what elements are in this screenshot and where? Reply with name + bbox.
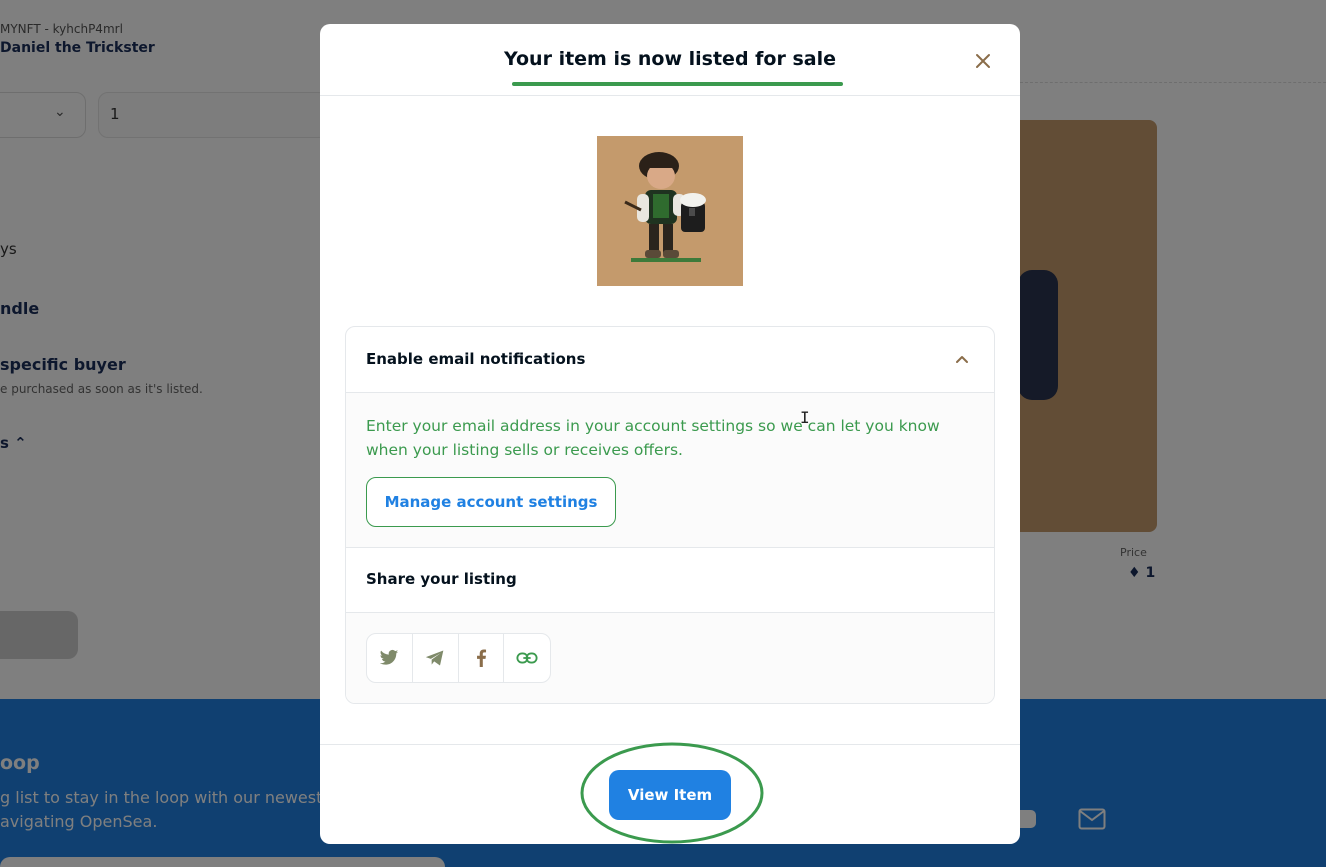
copy-link-button[interactable] [504, 634, 550, 682]
email-notifications-body: Enter your email address in your account… [346, 393, 994, 548]
telegram-icon [425, 650, 444, 666]
listing-success-modal: Your item is now listed for sale Enable … [320, 24, 1020, 844]
share-twitter-button[interactable] [367, 634, 413, 682]
text-cursor-icon: I [800, 408, 810, 427]
modal-title: Your item is now listed for sale [503, 48, 836, 70]
share-telegram-button[interactable] [413, 634, 459, 682]
share-listing-body [346, 613, 994, 703]
facebook-icon [476, 649, 486, 667]
share-button-group [366, 633, 551, 683]
twitter-icon [380, 649, 399, 665]
close-icon[interactable] [970, 48, 996, 74]
share-listing-header: Share your listing [346, 548, 994, 613]
share-listing-title: Share your listing [366, 570, 517, 588]
email-notifications-title: Enable email notifications [366, 350, 586, 368]
nft-image [597, 136, 743, 286]
email-notifications-accordion-header[interactable]: Enable email notifications [346, 327, 994, 393]
modal-footer: View Item [320, 742, 1020, 844]
manage-account-settings-button[interactable]: Manage account settings [366, 477, 616, 527]
share-facebook-button[interactable] [459, 634, 505, 682]
modal-header: Your item is now listed for sale [320, 24, 1020, 96]
listing-options-panel: Enable email notifications Enter your em… [345, 326, 995, 704]
email-notifications-description: Enter your email address in your account… [366, 417, 940, 459]
title-highlight-underline [512, 82, 843, 86]
chevron-up-icon [956, 356, 968, 363]
link-icon [516, 652, 538, 664]
view-item-button[interactable]: View Item [609, 770, 731, 820]
